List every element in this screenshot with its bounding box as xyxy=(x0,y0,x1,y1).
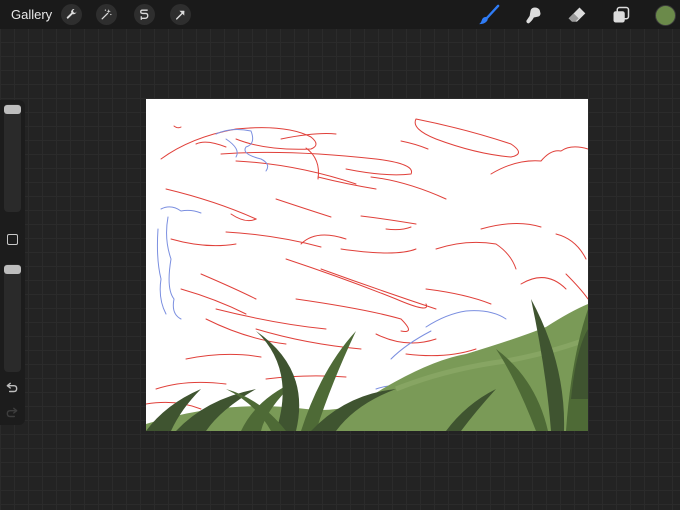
opacity-thumb[interactable] xyxy=(4,265,21,274)
brush-size-slider[interactable] xyxy=(4,104,21,212)
undo-icon xyxy=(6,382,18,393)
eraser-icon xyxy=(568,7,586,22)
top-toolbar: Gallery xyxy=(0,0,680,29)
selection-icon xyxy=(140,9,149,20)
magic-wand-icon xyxy=(101,9,112,20)
brush-size-thumb[interactable] xyxy=(4,105,21,114)
transform-button[interactable] xyxy=(170,4,191,25)
brush-button[interactable] xyxy=(477,3,501,27)
smudge-icon xyxy=(526,7,541,24)
adjustments-button[interactable] xyxy=(96,4,117,25)
left-sidebar xyxy=(0,100,25,425)
modify-button[interactable] xyxy=(7,234,18,245)
brush-icon xyxy=(478,4,500,25)
canvas-artwork xyxy=(146,118,588,431)
color-picker-button[interactable] xyxy=(655,5,676,26)
redo-button[interactable] xyxy=(5,406,19,420)
wrench-icon xyxy=(66,9,77,19)
drawing-canvas[interactable] xyxy=(146,99,588,431)
gallery-button[interactable]: Gallery xyxy=(11,7,52,22)
layers-icon xyxy=(613,6,630,23)
opacity-slider[interactable] xyxy=(4,264,21,372)
smudge-button[interactable] xyxy=(521,3,545,27)
layers-button[interactable] xyxy=(609,3,633,27)
eraser-button[interactable] xyxy=(565,3,589,27)
selection-button[interactable] xyxy=(134,4,155,25)
undo-button[interactable] xyxy=(5,381,19,395)
actions-button[interactable] xyxy=(61,4,82,25)
redo-icon xyxy=(6,407,18,418)
transform-arrow-icon xyxy=(176,10,185,20)
